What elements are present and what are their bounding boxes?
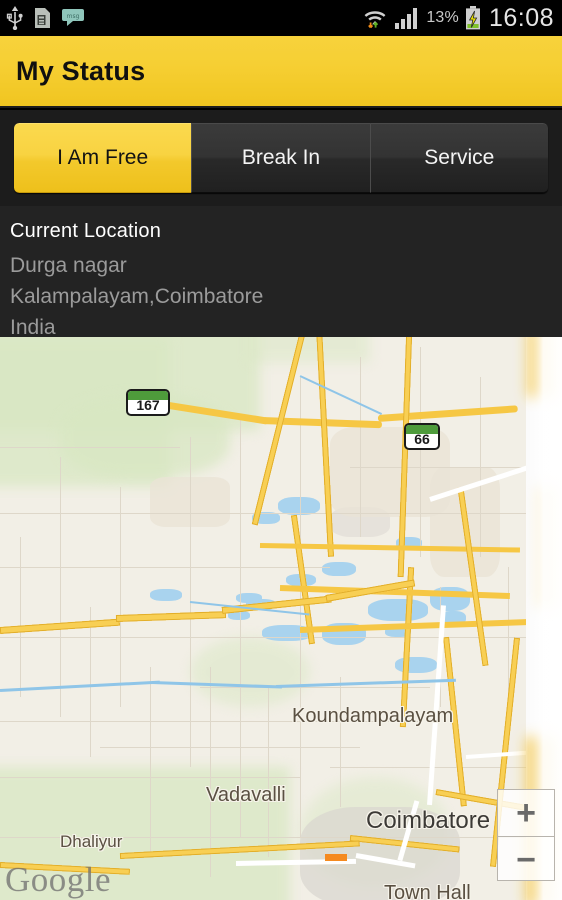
location-line-2: Kalampalayam,Coimbatore — [10, 285, 264, 308]
segmented-control: I Am Free Break In Service — [14, 123, 548, 193]
current-location-heading: Current Location — [10, 220, 162, 242]
status-tab-bar: I Am Free Break In Service — [0, 110, 562, 206]
tab-service-label: Service — [424, 146, 495, 169]
android-status-bar: msg 13% 16:08 — [0, 0, 562, 36]
battery-percent-label: 13% — [426, 9, 459, 26]
map-label-koundampalayam: Koundampalayam — [292, 705, 454, 727]
map-label-town-hall: Town Hall — [384, 882, 471, 900]
highway-shield-66-number: 66 — [414, 431, 430, 447]
tab-break-in-label: Break In — [241, 146, 321, 169]
highway-shield-167-number: 167 — [136, 397, 160, 413]
highway-shield-66: 66 — [404, 423, 440, 450]
status-bar-notification-icons: msg — [6, 6, 84, 30]
message-bubble-icon: msg — [62, 9, 84, 26]
map-zoom-controls[interactable]: + − — [497, 789, 555, 881]
map-zoom-in-button[interactable]: + — [498, 790, 554, 836]
location-line-1: Durga nagar — [10, 254, 127, 277]
battery-charging-icon — [465, 5, 480, 29]
tab-i-am-free[interactable]: I Am Free — [14, 123, 192, 193]
google-attribution-logo: Google — [5, 860, 112, 899]
status-bar-clock: 16:08 — [488, 3, 554, 32]
page-title: My Status — [16, 55, 146, 86]
highway-shield-167: 167 — [126, 389, 170, 416]
map-view[interactable]: 167 66 Koundampalayam Vadavalli Coimbato… — [0, 337, 562, 900]
tab-service[interactable]: Service — [369, 123, 548, 193]
svg-text:msg: msg — [67, 13, 80, 20]
signal-bars-icon — [395, 8, 418, 29]
tab-break-in[interactable]: Break In — [191, 123, 370, 193]
app-screen: msg 13% 16:08 My Status I Am Free Break … — [0, 0, 562, 900]
map-zoom-out-button[interactable]: − — [498, 837, 554, 883]
map-label-dhaliyur: Dhaliyur — [60, 832, 123, 851]
app-title-bar: My Status — [0, 36, 562, 108]
wifi-transfer-icon — [364, 11, 386, 29]
sim-card-alert-icon — [35, 8, 50, 28]
current-location-panel: Current Location Durga nagar Kalampalaya… — [0, 206, 562, 339]
status-bar-system-icons: 13% 16:08 — [362, 5, 554, 31]
tab-i-am-free-label: I Am Free — [57, 146, 149, 169]
map-label-vadavalli: Vadavalli — [206, 784, 286, 806]
map-label-coimbatore: Coimbatore — [366, 807, 491, 834]
usb-icon — [6, 6, 23, 30]
